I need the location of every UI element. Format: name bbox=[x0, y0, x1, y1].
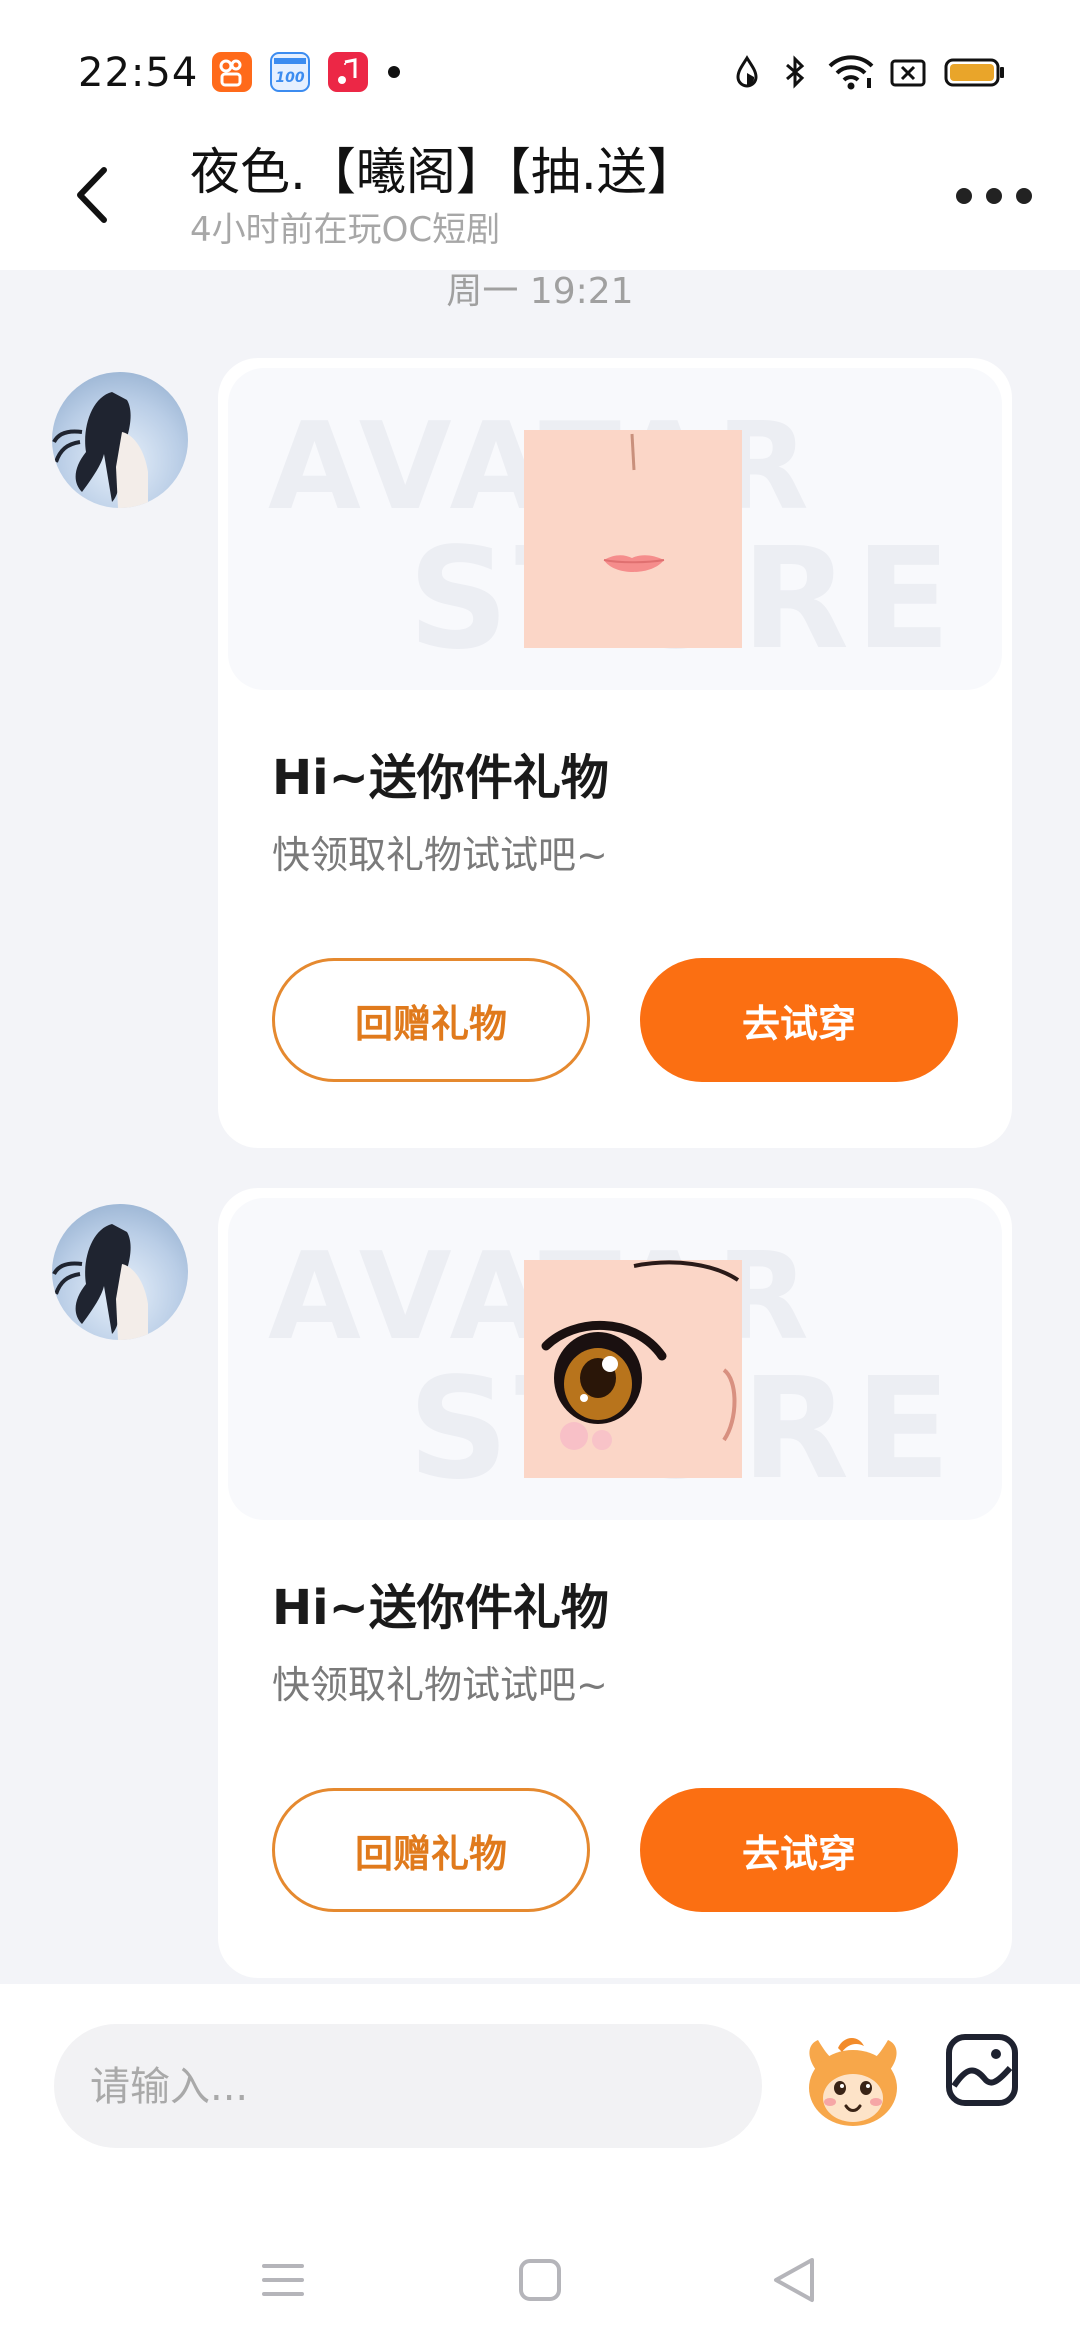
gift-subtitle: 快领取礼物试试吧~ bbox=[272, 1663, 608, 1707]
screen-record-icon bbox=[890, 52, 926, 92]
return-gift-button[interactable]: 回赠礼物 bbox=[272, 1788, 590, 1912]
menu-icon[interactable] bbox=[260, 2260, 306, 2300]
gift-card: AVATAR STORE Hi~送你件礼物 快领取礼物试试吧~ 回赠礼物 去试穿 bbox=[218, 1188, 1012, 1978]
more-button[interactable] bbox=[950, 178, 1040, 218]
back-triangle-icon[interactable] bbox=[772, 2256, 816, 2304]
system-nav-bar bbox=[0, 2230, 1080, 2340]
kuaishou-app-icon bbox=[212, 52, 252, 92]
status-time: 22:54 bbox=[78, 50, 199, 96]
face-nose-lips-icon bbox=[524, 430, 742, 648]
home-square-icon[interactable] bbox=[518, 2258, 562, 2302]
message-input[interactable] bbox=[88, 2024, 732, 2150]
score100-app-icon: 100 bbox=[270, 52, 310, 92]
try-on-button[interactable]: 去试穿 bbox=[640, 1788, 958, 1912]
status-bar: 22:54 100 bbox=[0, 0, 1080, 120]
gallery-icon[interactable] bbox=[944, 2032, 1020, 2108]
gift-preview[interactable]: AVATAR STORE bbox=[228, 1198, 1002, 1520]
more-icon bbox=[956, 188, 972, 204]
avatar[interactable] bbox=[52, 372, 188, 508]
gift-title: Hi~送你件礼物 bbox=[272, 1580, 609, 1636]
try-on-button[interactable]: 去试穿 bbox=[640, 958, 958, 1082]
gift-preview[interactable]: AVATAR STORE bbox=[228, 368, 1002, 690]
avatar[interactable] bbox=[52, 1204, 188, 1340]
return-gift-button[interactable]: 回赠礼物 bbox=[272, 958, 590, 1082]
mascot-emoji-icon[interactable] bbox=[798, 2026, 908, 2136]
avatar-image bbox=[52, 1224, 148, 1340]
bluetooth-icon bbox=[780, 52, 810, 92]
drop-icon bbox=[732, 52, 762, 92]
chat-subtitle: 4小时前在玩OC短剧 bbox=[190, 210, 501, 250]
back-button[interactable] bbox=[66, 160, 126, 230]
gift-subtitle: 快领取礼物试试吧~ bbox=[272, 833, 608, 877]
chat-title[interactable]: 夜色.【曦阁】【抽.送】 bbox=[190, 132, 697, 204]
message-input-wrapper[interactable] bbox=[54, 2024, 762, 2150]
face-eye-icon bbox=[524, 1260, 742, 1478]
battery-icon bbox=[944, 52, 1006, 92]
music-app-icon bbox=[328, 52, 368, 92]
message-timestamp: 周一 19:21 bbox=[446, 271, 634, 312]
wifi-icon bbox=[826, 52, 876, 92]
avatar-image bbox=[52, 392, 148, 508]
gift-card: AVATAR STORE Hi~送你件礼物 快领取礼物试试吧~ 回赠礼物 去试穿 bbox=[218, 358, 1012, 1148]
chat-header: 夜色.【曦阁】【抽.送】 4小时前在玩OC短剧 bbox=[0, 120, 1080, 270]
chevron-left-icon bbox=[77, 167, 107, 223]
notification-dot bbox=[388, 66, 400, 78]
gift-title: Hi~送你件礼物 bbox=[272, 750, 609, 806]
svg-text:100: 100 bbox=[275, 70, 304, 86]
